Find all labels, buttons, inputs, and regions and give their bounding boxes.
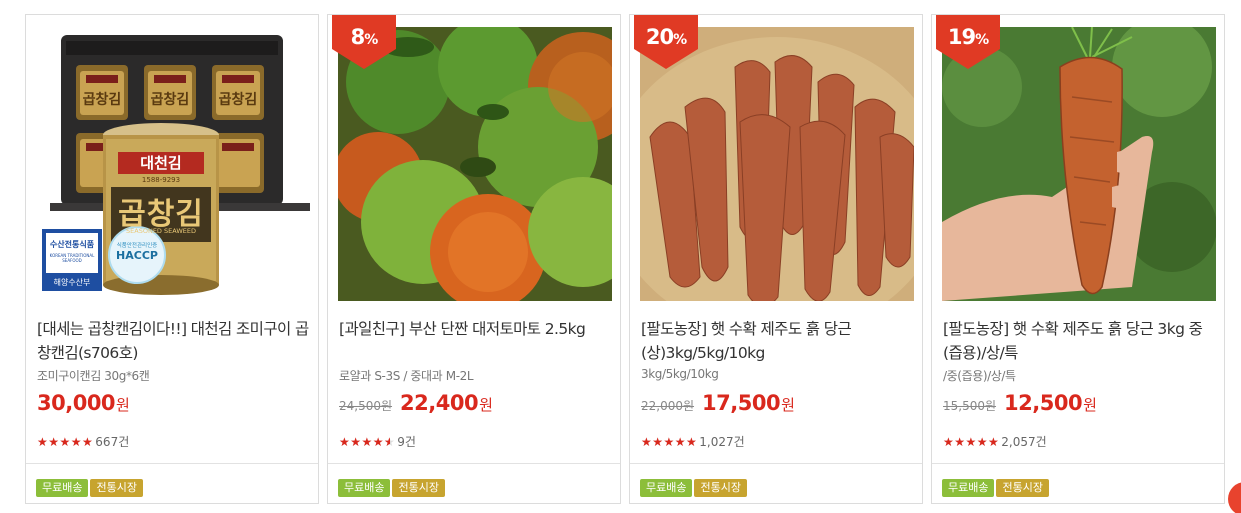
tag-list: 무료배송 전통시장 [36,476,145,497]
tag-list: 무료배송 전통시장 [338,476,447,497]
discount-value: 20 [645,25,674,49]
currency-unit: 원 [116,396,130,414]
divider [932,463,1224,464]
percent-sign: % [673,32,687,48]
discount-badge: 20% [634,15,698,69]
tag-traditional-market: 전통시장 [694,479,747,497]
divider [328,463,620,464]
divider [630,463,922,464]
tag-traditional-market: 전통시장 [90,479,143,497]
floating-action-button[interactable] [1228,482,1241,513]
tag-free-shipping: 무료배송 [640,479,693,497]
product-subtitle: 로얄과 S-3S / 중대과 M-2L [339,369,474,383]
original-price: 22,000원 [641,399,695,413]
tag-traditional-market: 전통시장 [392,479,445,497]
review-count: 9건 [397,435,416,449]
product-subtitle: 조미구이캔김 30g*6캔 [37,369,150,383]
sale-price: 30,000 [37,391,116,415]
product-title[interactable]: [대세는 곱창캔김이다!!] 대천김 조미구이 곱창캔김(s706호) [37,317,313,365]
currency-unit: 원 [479,396,493,414]
haccp-top-text: 식품안전관리인증 [116,243,158,249]
tag-list: 무료배송 전통시장 [640,476,749,497]
review-count: 1,027건 [699,435,745,449]
rating: ★★★★★ ★★★★★ 2,057건 [943,433,1047,450]
product-card[interactable]: 20% [팔도농장] 햇 수확 제주도 흙 당근 (상)3kg/5kg/10kg… [629,14,923,504]
can-english-text: SEASONED SEAWEED [126,227,196,235]
box-label: 곱창김 [218,92,258,108]
price-row: 24,500원 22,400원 [339,391,493,423]
discount-badge: 19% [936,15,1000,69]
discount-value: 19 [947,25,976,49]
product-card[interactable]: 대천김 1588-9293 곱창김 SEASONED SEAWEED 곱창김 곱… [25,14,319,504]
box-label: 곱창김 [150,92,190,108]
original-price: 15,500원 [943,399,997,413]
haccp-logo: HACCP [116,249,158,262]
discount-badge: 8% [332,15,396,69]
can-brand-text: 대천김 [140,154,182,172]
tag-free-shipping: 무료배송 [36,479,89,497]
sale-price: 12,500 [1004,391,1083,415]
product-card[interactable]: 8% [과일친구] 부산 단짠 대저토마토 2.5kg 로얄과 S-3S / 중… [327,14,621,504]
product-title[interactable]: [팔도농장] 햇 수확 제주도 흙 당근 3kg 중(즙용)/상/특 [943,317,1219,365]
star-rating-icon: ★★★★★★★★★★ [943,434,1000,449]
sale-price: 22,400 [400,391,479,415]
percent-sign: % [364,32,378,48]
review-count: 2,057건 [1001,435,1047,449]
product-title[interactable]: [팔도농장] 햇 수확 제주도 흙 당근 (상)3kg/5kg/10kg [641,317,917,365]
review-count: 667건 [95,435,130,449]
tag-traditional-market: 전통시장 [996,479,1049,497]
original-price: 24,500원 [339,399,393,413]
product-title[interactable]: [과일친구] 부산 단짠 대저토마토 2.5kg [339,317,615,341]
tag-free-shipping: 무료배송 [338,479,391,497]
product-subtitle: 3kg/5kg/10kg [641,367,719,381]
price-row: 30,000원 [37,391,130,423]
product-card[interactable]: 19% [팔도농장] 햇 수확 제주도 흙 당근 3kg 중(즙용)/상/특 /… [931,14,1225,504]
box-label: 곱창김 [82,92,122,108]
cert-seafood-sub: KOREAN TRADITIONAL SEAFOOD [49,253,95,263]
price-row: 15,500원 12,500원 [943,391,1097,423]
cert-seafood-org: 해양수산부 [53,278,91,287]
cert-seafood-title: 수산전통식품 [49,240,95,249]
rating: ★★★★★ ★★★★★ 1,027건 [641,433,745,450]
percent-sign: % [975,32,989,48]
rating: ★★★★★ ★★★★★ 667건 [37,433,130,450]
star-rating-icon: ★★★★★★★★★★ [339,434,396,449]
star-rating-icon: ★★★★★★★★★★ [641,434,698,449]
price-row: 22,000원 17,500원 [641,391,795,423]
currency-unit: 원 [781,396,795,414]
rating: ★★★★★★★★★★ 9건 [339,433,416,450]
sale-price: 17,500 [702,391,781,415]
divider [26,463,318,464]
tag-list: 무료배송 전통시장 [942,476,1051,497]
star-rating-icon: ★★★★★★★★★★ [37,434,94,449]
tag-free-shipping: 무료배송 [942,479,995,497]
product-image[interactable]: 대천김 1588-9293 곱창김 SEASONED SEAWEED 곱창김 곱… [36,27,310,301]
can-phone-text: 1588-9293 [141,176,181,184]
discount-value: 8 [350,25,366,49]
currency-unit: 원 [1083,396,1097,414]
product-subtitle: /중(즙용)/상/특 [943,369,1016,383]
